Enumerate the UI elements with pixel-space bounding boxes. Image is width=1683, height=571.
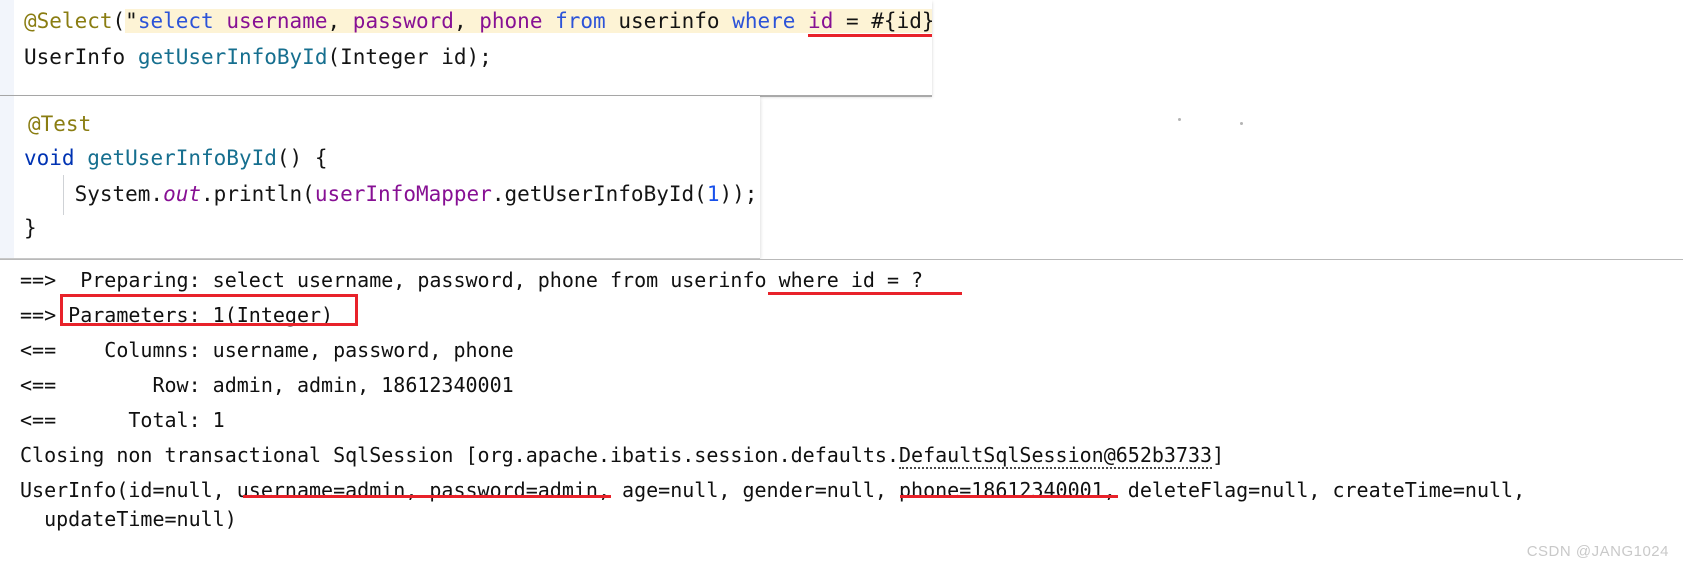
sql-param-placeholder: #{id}: [871, 9, 932, 33]
return-type-userinfo: UserInfo: [24, 45, 126, 69]
code-line-test-annotation[interactable]: @Test: [28, 109, 91, 139]
annotation-select-token: @Select: [24, 9, 113, 33]
test-signature-tail: () {: [276, 146, 328, 170]
closing-brace-token: }: [24, 216, 37, 240]
sig-space: [125, 45, 138, 69]
dot-token: .: [491, 182, 505, 206]
test-method-name: getUserInfoById: [87, 146, 277, 170]
sql-table-userinfo: userinfo: [618, 9, 720, 33]
mapper-field-token: userInfoMapper: [314, 182, 492, 206]
sql-column-id: id: [808, 9, 834, 33]
call-argument-literal: 1: [706, 182, 720, 206]
code-line-select-annotation[interactable]: @Select("select username, password, phon…: [24, 6, 932, 37]
method-name-getuserinfobyid: getUserInfoById: [137, 45, 328, 69]
sig-space: [75, 146, 88, 170]
call-tail: ));: [719, 182, 758, 206]
sql-space-3: [720, 9, 733, 33]
sql-comma-2: ,: [453, 9, 480, 33]
call-open-paren: (: [694, 182, 707, 206]
console-line-closing-session: Closing non transactional SqlSession [or…: [20, 441, 1224, 469]
sql-column-phone: phone: [479, 9, 543, 33]
console-line-columns: <== Columns: username, password, phone: [20, 338, 514, 362]
statement-indent: [24, 182, 75, 206]
watermark: CSDN @JANG1024: [1526, 543, 1669, 560]
sql-space-2: [606, 9, 619, 33]
annotation-test-token: @Test: [28, 112, 92, 136]
console-left-rule: [0, 260, 2, 571]
keyword-void: void: [24, 146, 75, 170]
code-line-closing-brace[interactable]: }: [24, 213, 37, 243]
console-line-userinfo-part1: UserInfo(id=null, username=admin, passwo…: [20, 478, 1526, 502]
system-out-token: out: [163, 182, 202, 206]
sql-space-1: [542, 9, 555, 33]
sql-keyword-select: select: [137, 9, 214, 33]
sql-space-4: [795, 9, 808, 33]
sql-equals: =: [833, 9, 872, 33]
sql-column-password: password: [352, 9, 454, 33]
quote-open-token: ": [125, 9, 138, 33]
mapper-code-panel: @Select("select username, password, phon…: [0, 0, 932, 95]
code-line-method-signature[interactable]: UserInfo getUserInfoById(Integer id);: [24, 42, 492, 72]
sql-keyword-where: where: [732, 9, 796, 33]
editor-gutter: [0, 0, 14, 95]
println-token: .println(: [201, 182, 315, 206]
sql-column-username: username: [226, 9, 328, 33]
code-line-test-signature[interactable]: void getUserInfoById() {: [24, 143, 327, 173]
editor-gutter: [0, 96, 14, 258]
method-parameter-list: (Integer id);: [327, 45, 492, 69]
sql-comma-1: ,: [327, 9, 353, 33]
stray-dot: [1240, 122, 1243, 125]
closing-session-prefix: Closing non transactional SqlSession [or…: [20, 443, 899, 467]
console-line-row: <== Row: admin, admin, 18612340001: [20, 373, 514, 397]
sql-keyword-from: from: [555, 9, 606, 33]
stray-dot: [1178, 118, 1181, 121]
system-token: System.: [74, 182, 164, 206]
console-line-total: <== Total: 1: [20, 408, 225, 432]
test-code-panel: @Test void getUserInfoById() { System.ou…: [0, 96, 760, 258]
console-line-parameters: ==> Parameters: 1(Integer): [20, 303, 334, 327]
console-line-userinfo-part2: updateTime=null): [20, 507, 237, 531]
session-reference-link[interactable]: DefaultSqlSession@652b3733: [899, 443, 1213, 469]
mapper-call-token: getUserInfoById: [504, 182, 695, 206]
console-line-preparing: ==> Preparing: select username, password…: [20, 268, 924, 292]
console-output-panel[interactable]: ==> Preparing: select username, password…: [0, 259, 1683, 571]
open-paren-token: (: [112, 9, 126, 33]
closing-session-suffix: ]: [1212, 443, 1225, 467]
code-line-println-statement[interactable]: System.out.println(userInfoMapper.getUse…: [24, 179, 758, 209]
